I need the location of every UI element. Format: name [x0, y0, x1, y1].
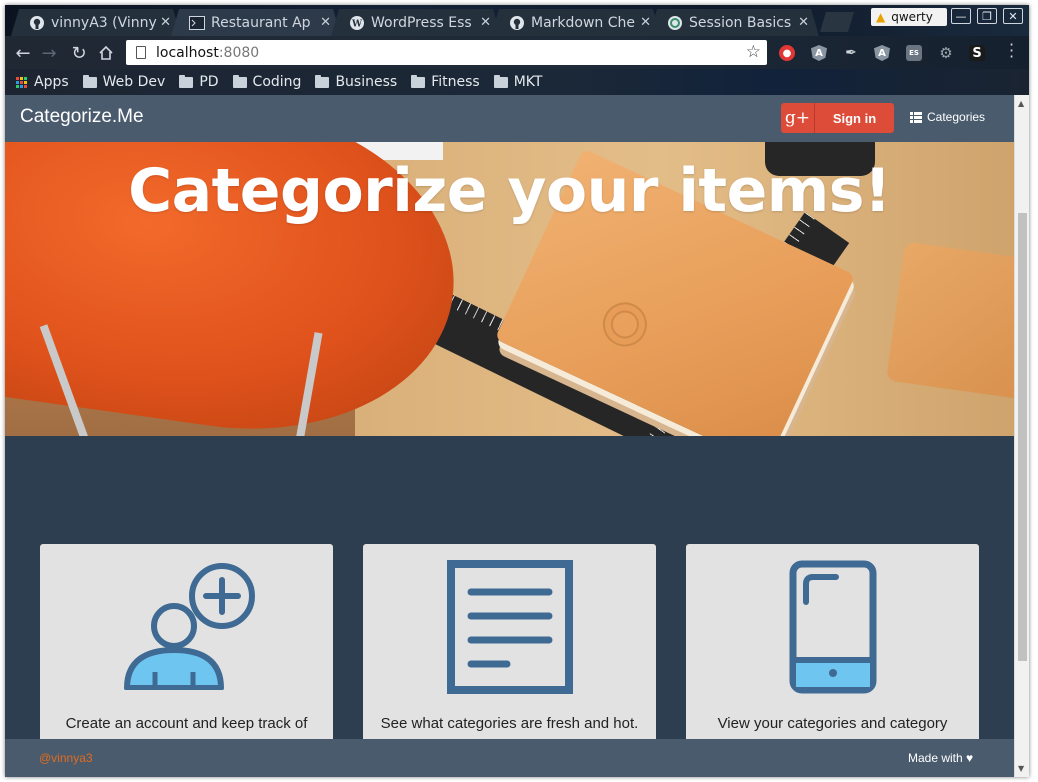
- hero-wallet: [886, 241, 1014, 403]
- tab-wordpress[interactable]: W WordPress Ess ✕: [331, 9, 501, 36]
- footer-made-with: Made with ♥: [908, 751, 974, 765]
- close-window-button[interactable]: ✕: [1003, 8, 1023, 24]
- tab-session-basics[interactable]: Session Basics ✕: [649, 9, 819, 36]
- bookmark-folder-pd[interactable]: PD: [179, 74, 219, 90]
- folder-icon: [179, 74, 194, 88]
- feature-text: Create an account and keep track of: [65, 715, 308, 732]
- tab-strip: vinnyA3 (Vinny ✕ Restaurant Ap ✕ W WordP…: [5, 5, 1029, 36]
- bookmark-label: Web Dev: [102, 74, 166, 90]
- hero-heading: Categorize your items!: [128, 156, 891, 226]
- categories-label: Categories: [927, 110, 986, 124]
- minimize-button[interactable]: —: [951, 8, 971, 24]
- bookmark-label: PD: [199, 74, 219, 90]
- wordpress-icon: W: [349, 15, 365, 31]
- reload-icon[interactable]: ↻: [68, 42, 90, 64]
- es-ext-icon[interactable]: ES: [906, 45, 922, 61]
- folder-icon: [493, 74, 508, 88]
- features-section: Create an account and keep track of See …: [5, 436, 1014, 744]
- browser-toolbar: ← → ↻ localhost:8080 ☆ ● A ✒ A ES ⚙ S · ·…: [5, 36, 1029, 69]
- tab-title: Restaurant Ap: [211, 14, 311, 31]
- tab-github-profile[interactable]: vinnyA3 (Vinny ✕: [11, 9, 181, 36]
- angular-ext-icon[interactable]: A: [811, 45, 827, 61]
- browser-menu-icon[interactable]: · · ·: [1009, 37, 1014, 65]
- tab-title: Session Basics: [689, 14, 792, 31]
- tab-title: WordPress Ess: [371, 14, 472, 31]
- bookmark-label: Business: [335, 74, 398, 90]
- browser-window: vinnyA3 (Vinny ✕ Restaurant Ap ✕ W WordP…: [5, 5, 1029, 777]
- tab-markdown[interactable]: Markdown Che ✕: [491, 9, 661, 36]
- warning-icon: ▲: [876, 10, 886, 24]
- folder-icon: [82, 74, 97, 88]
- close-icon[interactable]: ✕: [798, 15, 809, 30]
- apps-grid-icon: [16, 76, 27, 88]
- feature-card-mobile: View your categories and category: [686, 544, 979, 744]
- github-icon: [509, 15, 525, 31]
- signin-label: Sign in: [832, 110, 877, 126]
- folder-icon: [232, 74, 247, 88]
- bookmark-folder-business[interactable]: Business: [315, 74, 397, 90]
- close-icon[interactable]: ✕: [160, 15, 171, 30]
- site-brand[interactable]: Categorize.Me: [20, 106, 144, 128]
- hero-banner: Categorize your items!: [5, 142, 1014, 436]
- address-bar[interactable]: localhost:8080 ☆: [126, 40, 767, 65]
- site-footer: @vinnya3 Made with ♥: [5, 739, 1014, 777]
- mobile-phone-icon: [789, 560, 876, 694]
- bookmark-label: Apps: [34, 74, 69, 90]
- close-icon[interactable]: ✕: [480, 15, 491, 30]
- document-icon: [446, 560, 573, 694]
- angular-ext-icon[interactable]: A: [874, 45, 890, 61]
- bookmark-star-icon[interactable]: ☆: [746, 42, 761, 62]
- list-icon: [910, 111, 922, 123]
- feature-text: View your categories and category: [717, 715, 948, 732]
- shield-ext-icon[interactable]: ●: [779, 45, 795, 61]
- url-host: localhost: [156, 44, 219, 61]
- bookmark-apps[interactable]: Apps: [16, 74, 69, 90]
- bookmark-folder-mkt[interactable]: MKT: [493, 74, 543, 90]
- home-icon[interactable]: [95, 42, 117, 64]
- bookmarks-bar: Apps Web Dev PD Coding Business Fitness …: [5, 69, 1029, 95]
- page-viewport: Categorize.Me g+ Sign in Categories Cate…: [5, 95, 1029, 777]
- back-arrow-icon[interactable]: ←: [12, 42, 34, 64]
- tab-title: Markdown Che: [531, 14, 636, 31]
- google-signin-button[interactable]: g+ Sign in: [781, 103, 894, 133]
- terminal-icon: [189, 15, 205, 31]
- site-navbar: Categorize.Me g+ Sign in Categories: [5, 95, 1014, 142]
- close-icon[interactable]: ✕: [320, 15, 331, 30]
- eyedropper-ext-icon[interactable]: ✒: [843, 45, 859, 61]
- profile-button[interactable]: ▲ qwerty: [871, 8, 947, 26]
- session-icon: [667, 15, 683, 31]
- bookmark-label: Coding: [252, 74, 302, 90]
- restore-button[interactable]: ❐: [977, 8, 997, 24]
- feature-card-account: Create an account and keep track of: [40, 544, 333, 744]
- bookmark-folder-fitness[interactable]: Fitness: [411, 74, 480, 90]
- feature-text: See what categories are fresh and hot.: [380, 715, 639, 732]
- bookmark-label: Fitness: [431, 74, 480, 90]
- bookmark-label: MKT: [513, 74, 543, 90]
- scroll-up-arrow-icon[interactable]: ▲: [1018, 99, 1024, 108]
- folder-icon: [315, 74, 330, 88]
- feature-card-categories: See what categories are fresh and hot.: [363, 544, 656, 744]
- folder-icon: [411, 74, 426, 88]
- tab-title: vinnyA3 (Vinny: [51, 14, 157, 31]
- svg-text:W: W: [351, 19, 363, 29]
- footer-handle-link[interactable]: @vinnya3: [39, 751, 93, 765]
- tab-restaurant-app[interactable]: Restaurant Ap ✕: [171, 9, 341, 36]
- add-user-icon: [123, 563, 255, 690]
- bookmark-folder-coding[interactable]: Coding: [232, 74, 302, 90]
- github-icon: [29, 15, 45, 31]
- profile-name: qwerty: [891, 10, 933, 24]
- google-plus-icon: g+: [781, 103, 815, 133]
- close-icon[interactable]: ✕: [640, 15, 651, 30]
- new-tab-button[interactable]: [820, 12, 854, 32]
- page-info-icon[interactable]: [136, 46, 146, 59]
- s-ext-icon[interactable]: S: [969, 45, 985, 61]
- bookmark-folder-web-dev[interactable]: Web Dev: [82, 74, 166, 90]
- page-scrollbar[interactable]: ▲ ▼: [1014, 95, 1029, 777]
- scrollbar-thumb[interactable]: [1018, 213, 1027, 661]
- gear-ext-icon[interactable]: ⚙: [938, 44, 954, 62]
- categories-link[interactable]: Categories: [910, 110, 985, 124]
- scroll-down-arrow-icon[interactable]: ▼: [1018, 764, 1024, 773]
- url-port: :8080: [218, 44, 260, 61]
- forward-arrow-icon[interactable]: →: [38, 42, 60, 64]
